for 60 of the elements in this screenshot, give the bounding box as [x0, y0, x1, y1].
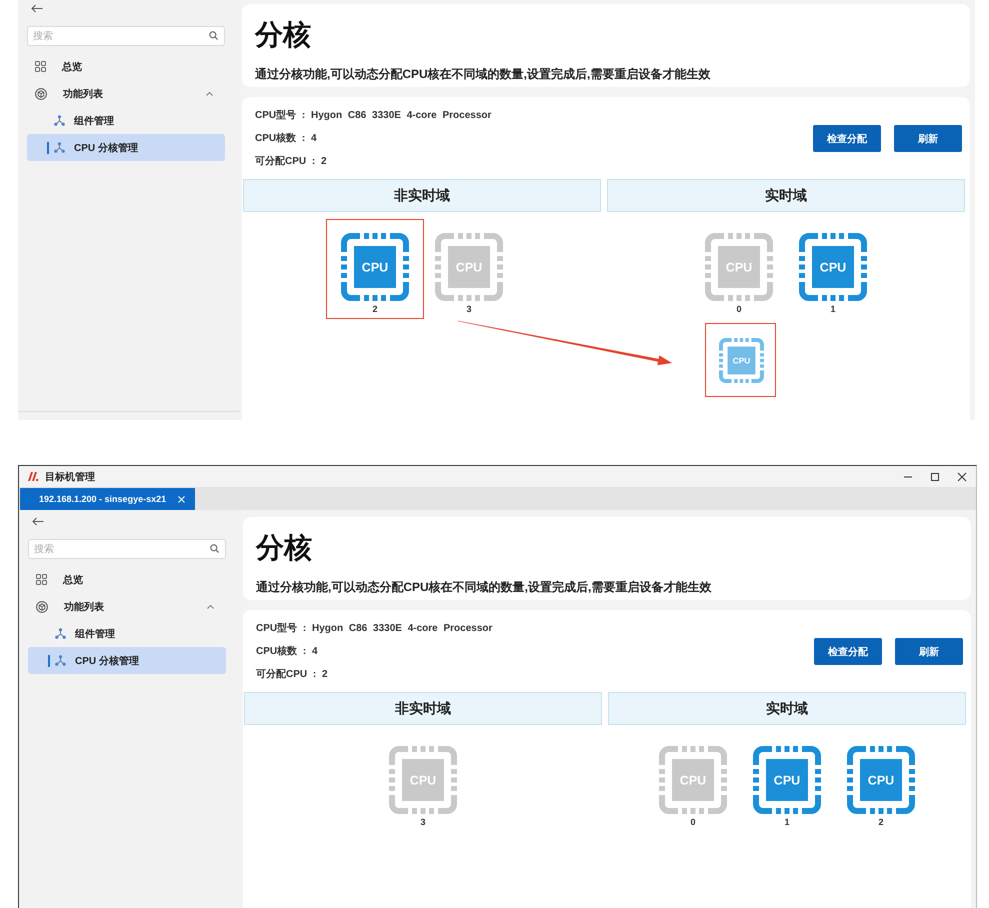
search-icon — [209, 31, 218, 40]
window-title: 目标机管理 — [45, 470, 95, 484]
page-description: 通过分核功能,可以动态分配CPU核在不同域的数量,设置完成后,需要重启设备才能生效 — [256, 579, 712, 595]
check-allocation-button[interactable]: 检查分配 — [813, 125, 881, 152]
search-icon — [210, 544, 219, 553]
core-number: 1 — [784, 816, 790, 828]
check-allocation-button[interactable]: 检查分配 — [814, 638, 882, 665]
core-number: 0 — [690, 816, 696, 828]
domain-header: 非实时域 — [243, 179, 601, 212]
page-title: 分核 — [255, 18, 312, 52]
cube-icon — [35, 88, 47, 100]
info-line: 可分配CPU : 2 — [255, 154, 328, 169]
core-number: 3 — [420, 816, 426, 828]
info-line: CPU核数 : 4 — [256, 644, 319, 659]
cube-icon — [36, 600, 48, 612]
dragged-cpu-chip: CPU — [719, 338, 764, 383]
nav-item[interactable]: 总览 — [27, 53, 225, 80]
refresh-button[interactable]: 刷新 — [895, 638, 963, 665]
cpu-chip[interactable]: CPU — [341, 233, 409, 301]
info-line: CPU型号 : Hygon C86 3330E 4-core Processor — [255, 108, 492, 123]
close-icon[interactable] — [957, 472, 967, 482]
search-field[interactable]: 搜索 — [27, 26, 225, 46]
info-line: CPU型号 : Hygon C86 3330E 4-core Processor — [256, 622, 492, 636]
chevron-up-icon[interactable] — [206, 92, 213, 96]
nav-item[interactable]: CPU 分核管理 — [27, 134, 225, 161]
info-line: 可分配CPU : 2 — [256, 668, 329, 682]
domain-header: 非实时域 — [244, 692, 602, 725]
cpu-chip[interactable]: CPU — [847, 746, 915, 814]
nodes-icon — [54, 142, 65, 153]
nav-item[interactable]: 功能列表 — [28, 593, 226, 620]
core-number: 1 — [830, 303, 836, 315]
grid-icon — [36, 574, 47, 585]
back-arrow-icon[interactable] — [31, 4, 43, 13]
info-line: CPU核数 : 4 — [255, 132, 318, 146]
tab[interactable]: 192.168.1.200 - sinsegye-sx21 — [20, 488, 196, 510]
nodes-icon — [55, 628, 66, 639]
back-arrow-icon[interactable] — [32, 517, 44, 526]
nav-item[interactable]: 组件管理 — [28, 620, 226, 647]
cpu-chip[interactable]: CPU — [799, 233, 867, 301]
domain-header: 实时域 — [607, 179, 965, 212]
core-number: 2 — [372, 303, 378, 315]
chevron-up-icon[interactable] — [207, 604, 214, 608]
grid-icon — [35, 61, 46, 72]
core-number: 0 — [736, 303, 742, 315]
nav-item[interactable]: 总览 — [28, 566, 226, 593]
core-number: 2 — [878, 816, 884, 828]
maximize-icon[interactable] — [930, 472, 940, 482]
search-field[interactable]: 搜索 — [28, 539, 226, 559]
domain-header: 实时域 — [608, 692, 966, 725]
refresh-button[interactable]: 刷新 — [894, 125, 962, 152]
page-description: 通过分核功能,可以动态分配CPU核在不同域的数量,设置完成后,需要重启设备才能生效 — [255, 66, 712, 82]
nav-item[interactable]: 组件管理 — [27, 107, 225, 134]
page-title: 分核 — [256, 531, 313, 565]
nav-item[interactable]: 功能列表 — [27, 80, 225, 107]
nodes-icon — [54, 115, 65, 126]
core-number: 3 — [466, 303, 472, 315]
nodes-icon — [55, 655, 66, 666]
nav-item[interactable]: CPU 分核管理 — [28, 647, 226, 674]
cpu-chip[interactable]: CPU — [753, 746, 821, 814]
logo-icon — [28, 472, 39, 481]
